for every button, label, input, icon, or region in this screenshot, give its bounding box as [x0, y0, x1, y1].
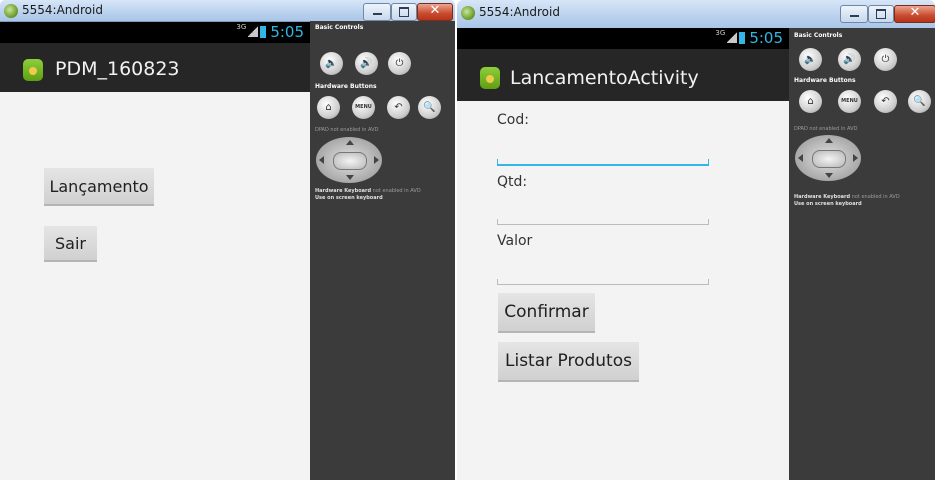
android-emulator-icon [4, 4, 18, 18]
dpad-control[interactable] [795, 135, 861, 181]
keyboard-note: Hardware Keyboard not enabled in AVD Use… [315, 188, 421, 201]
maximize-icon [876, 9, 886, 19]
home-button[interactable]: ⌂ [317, 96, 340, 119]
maximize-icon [399, 7, 409, 17]
qtd-input[interactable] [497, 219, 709, 225]
device-screen: 3G 5:05 LancamentoActivity Cod: Qtd: Valo… [457, 28, 789, 480]
dpad-up-icon[interactable] [346, 140, 354, 145]
volume-down-button[interactable]: 🔈 [799, 48, 822, 71]
app-launcher-icon [480, 67, 500, 89]
search-button[interactable]: 🔍 [418, 96, 441, 119]
close-icon: ✕ [429, 3, 441, 18]
power-button[interactable]: ⏻ [874, 48, 897, 71]
window-title: 5554:Android [22, 3, 103, 17]
action-bar: LancamentoActivity [457, 49, 789, 101]
signal-icon [248, 26, 259, 37]
lancamento-button[interactable]: Lançamento [44, 168, 154, 206]
minimize-icon [850, 15, 859, 17]
close-button[interactable]: ✕ [417, 3, 453, 21]
keyboard-note: Hardware Keyboard not enabled in AVD Use… [794, 194, 900, 207]
power-button[interactable]: ⏻ [388, 52, 411, 75]
dpad-left-icon[interactable] [319, 156, 324, 164]
battery-icon [739, 32, 746, 44]
listar-produtos-button[interactable]: Listar Produtos [498, 342, 639, 382]
status-time: 5:05 [270, 23, 304, 41]
android-emulator-icon [461, 6, 475, 20]
volume-up-button[interactable]: 🔊 [355, 52, 378, 75]
window-titlebar[interactable]: 5554:Android ✕ [0, 0, 455, 22]
network-type: 3G [236, 23, 247, 31]
menu-button[interactable]: MENU [352, 96, 375, 119]
signal-icon [727, 32, 738, 43]
window-titlebar[interactable]: 5554:Android ✕ [457, 0, 935, 29]
close-icon: ✕ [909, 5, 921, 20]
dpad-down-icon[interactable] [346, 175, 354, 180]
qtd-label: Qtd: [497, 174, 528, 190]
dpad-left-icon[interactable] [798, 154, 803, 162]
valor-label: Valor [497, 233, 533, 249]
search-button[interactable]: 🔍 [908, 90, 931, 113]
valor-input[interactable] [497, 279, 709, 285]
emulator-controls-panel: Basic Controls 🔈 🔊 ⏻ Hardware Buttons ⌂ … [789, 28, 935, 480]
dpad-center-button[interactable] [812, 150, 846, 168]
minimize-icon [373, 13, 382, 15]
device-screen: 3G 5:05 PDM_160823 Lançamento Sair [0, 22, 310, 480]
battery-icon [260, 26, 267, 38]
emulator-window-main: 5554:Android ✕ 3G 5:05 PDM_160823 Lançame… [0, 0, 455, 480]
app-launcher-icon [23, 59, 43, 81]
confirmar-button[interactable]: Confirmar [498, 293, 595, 333]
cod-label: Cod: [497, 112, 529, 128]
dpad-center-button[interactable] [333, 152, 367, 170]
back-button[interactable]: ↶ [387, 96, 410, 119]
action-bar: PDM_160823 [0, 43, 310, 92]
close-button[interactable]: ✕ [894, 5, 935, 23]
minimize-button[interactable] [840, 5, 868, 23]
app-title: LancamentoActivity [510, 67, 699, 89]
volume-up-button[interactable]: 🔊 [838, 48, 861, 71]
sair-button[interactable]: Sair [44, 226, 97, 262]
activity-content: Lançamento Sair [0, 92, 310, 480]
status-bar: 3G 5:05 [457, 28, 789, 49]
dpad-right-icon[interactable] [853, 154, 858, 162]
cod-input[interactable] [497, 159, 709, 166]
dpad-right-icon[interactable] [374, 156, 379, 164]
back-button[interactable]: ↶ [874, 90, 897, 113]
volume-down-button[interactable]: 🔈 [320, 52, 343, 75]
emulator-controls-panel: Basic Controls 🔈 🔊 ⏻ Hardware Buttons ⌂ … [310, 21, 455, 480]
activity-content: Cod: Qtd: Valor Confirmar Listar Produto… [457, 101, 789, 480]
window-title: 5554:Android [479, 5, 560, 19]
hardware-buttons-heading: Hardware Buttons [315, 83, 377, 90]
dpad-down-icon[interactable] [825, 173, 833, 178]
status-bar: 3G 5:05 [0, 22, 310, 43]
hardware-buttons-heading: Hardware Buttons [794, 77, 856, 84]
home-button[interactable]: ⌂ [799, 90, 822, 113]
maximize-button[interactable] [391, 3, 417, 21]
status-time: 5:05 [749, 29, 783, 47]
dpad-up-icon[interactable] [825, 138, 833, 143]
basic-controls-heading: Basic Controls [315, 24, 364, 31]
menu-button[interactable]: MENU [838, 90, 861, 113]
minimize-button[interactable] [363, 3, 391, 21]
dpad-control[interactable] [316, 137, 382, 183]
app-title: PDM_160823 [55, 58, 180, 80]
dpad-note: DPAD not enabled in AVD [794, 126, 858, 132]
basic-controls-heading: Basic Controls [794, 32, 843, 39]
maximize-button[interactable] [868, 5, 894, 23]
network-type: 3G [715, 29, 726, 37]
dpad-note: DPAD not enabled in AVD [315, 127, 379, 133]
emulator-window-lancamento: 5554:Android ✕ 3G 5:05 LancamentoActivity… [457, 0, 935, 480]
